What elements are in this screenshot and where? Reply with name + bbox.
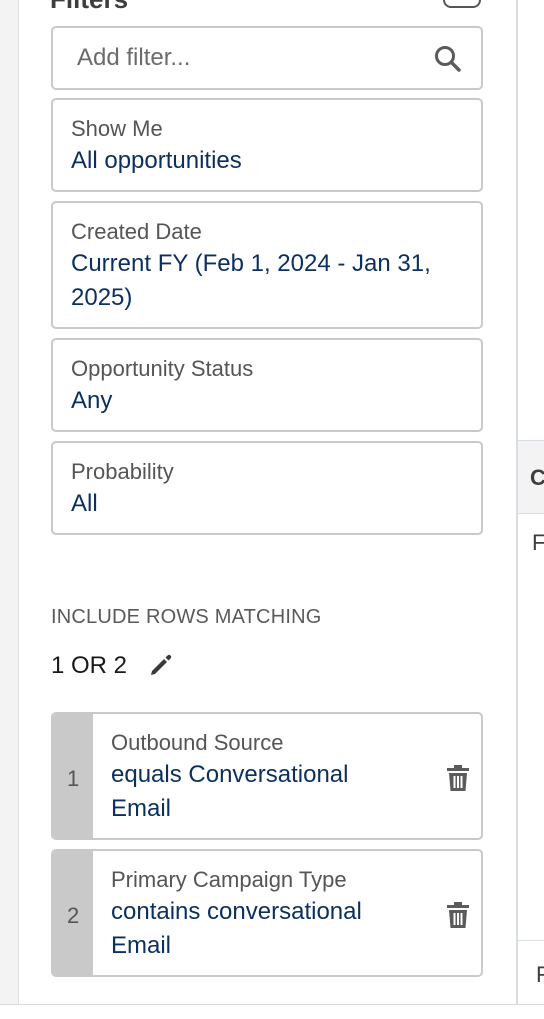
custom-filter-field: Primary Campaign Type (111, 867, 347, 892)
filter-number-badge: 1 (53, 714, 93, 838)
bottom-divider (0, 1004, 544, 1019)
filter-number: 2 (67, 903, 80, 928)
panel-toggle-button[interactable] (443, 0, 481, 8)
custom-filter-condition: equals Conversational Email (111, 761, 349, 822)
pencil-icon[interactable] (148, 652, 174, 678)
filter-probability[interactable]: Probability All (51, 441, 483, 535)
add-filter-input[interactable]: Add filter... (51, 26, 483, 90)
filter-value: Current FY (Feb 1, 2024 - Jan 31, 2025) (71, 250, 431, 311)
filter-value: All opportunities (71, 147, 242, 174)
left-gutter (0, 0, 18, 1004)
table-header-text: C (530, 465, 544, 490)
table-header: C (518, 440, 544, 514)
filter-label: Created Date (71, 219, 202, 244)
filter-number-badge: 2 (53, 851, 93, 975)
search-icon[interactable] (433, 44, 463, 74)
filter-value: Any (71, 387, 113, 414)
filter-label: Opportunity Status (71, 356, 254, 381)
custom-filter-field: Outbound Source (111, 730, 284, 755)
trash-icon[interactable] (445, 901, 471, 929)
filter-show-me[interactable]: Show Me All opportunities (51, 98, 483, 192)
filter-created-date[interactable]: Created Date Current FY (Feb 1, 2024 - J… (51, 201, 483, 329)
filter-label: Probability (71, 459, 174, 484)
filter-label: Show Me (71, 116, 163, 141)
custom-filter-row-1[interactable]: 1 Outbound Source equals Conversational … (51, 712, 483, 840)
filter-value: All (71, 490, 98, 517)
include-rows-label: INCLUDE ROWS MATCHING (51, 606, 322, 628)
table-cell-text: F (536, 962, 544, 987)
custom-filter-condition: contains conversational Email (111, 898, 362, 959)
filter-logic-text: 1 OR 2 (51, 652, 128, 679)
report-table-edge: C F F (516, 0, 544, 1004)
add-filter-placeholder: Add filter... (77, 44, 191, 71)
filter-number: 1 (67, 766, 80, 791)
custom-filter-row-2[interactable]: 2 Primary Campaign Type contains convers… (51, 849, 483, 977)
panel-title: Filters (50, 0, 128, 15)
table-cell-text: F (532, 530, 544, 555)
table-row-divider (518, 940, 544, 941)
trash-icon[interactable] (445, 764, 471, 792)
filter-opportunity-status[interactable]: Opportunity Status Any (51, 338, 483, 432)
